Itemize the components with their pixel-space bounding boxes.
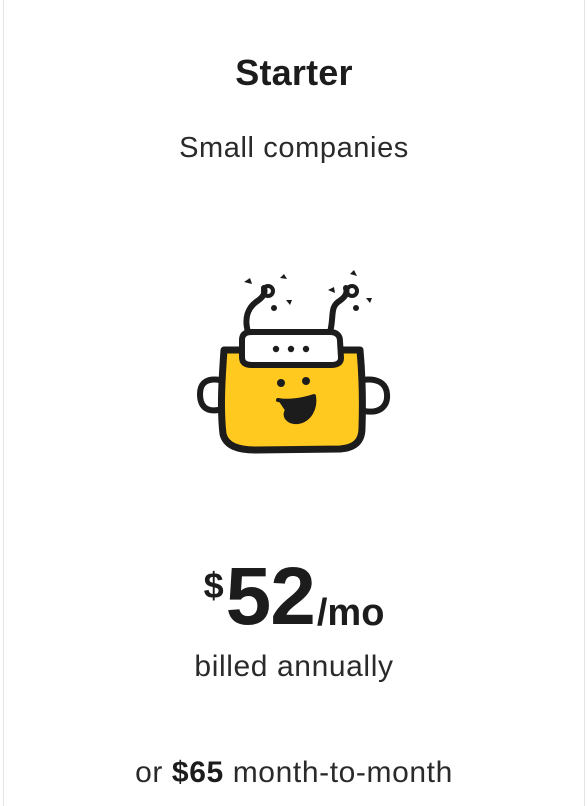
price-period: /mo — [316, 592, 385, 634]
alternate-price: or $65 month-to-month — [4, 756, 584, 790]
price-amount: 52 — [225, 551, 316, 642]
plan-price: $52/mo — [4, 556, 584, 638]
billing-note: billed annually — [194, 650, 394, 683]
alt-price-prefix: or — [135, 756, 163, 789]
alt-price-suffix: month-to-month — [232, 756, 453, 789]
plan-audience: Small companies — [179, 132, 409, 164]
price-currency: $ — [203, 565, 224, 606]
plan-mascot-icon — [197, 270, 391, 454]
alt-price-amount: $65 — [171, 756, 224, 789]
pricing-card-starter: Starter Small companies $52/mo billed an… — [3, 0, 585, 806]
plan-name: Starter — [235, 52, 353, 93]
